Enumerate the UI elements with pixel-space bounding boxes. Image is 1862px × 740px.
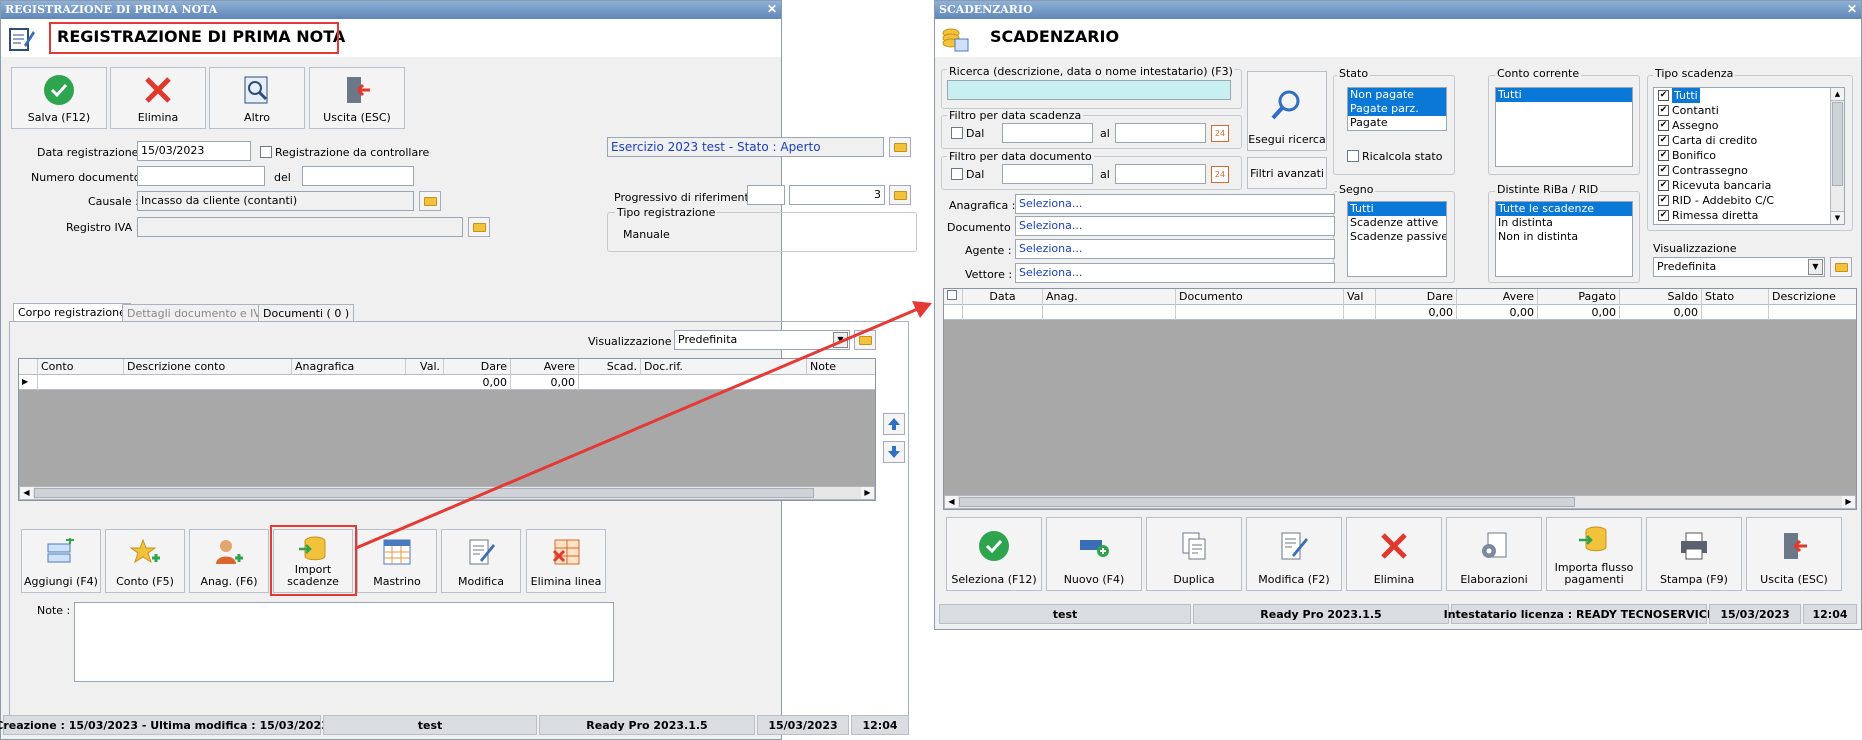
arrow-line bbox=[355, 306, 921, 550]
annotation-arrow bbox=[355, 301, 932, 550]
